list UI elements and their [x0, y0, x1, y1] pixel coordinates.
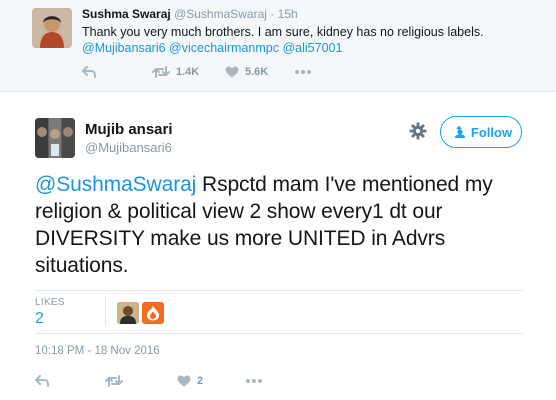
likes-count[interactable]: 2: [35, 310, 44, 328]
avatar[interactable]: [35, 118, 75, 158]
retweet-icon: [152, 66, 170, 78]
liker-avatar[interactable]: [142, 302, 164, 324]
mention-link[interactable]: @vicechairmanmpc: [169, 41, 279, 55]
follow-label: Follow: [470, 124, 513, 140]
reply-icon: [35, 375, 49, 387]
reply-button[interactable]: [35, 373, 49, 389]
divider: [105, 296, 106, 326]
reply-icon: [82, 66, 96, 78]
tweet-text: @SushmaSwaraj Rspctd mam I've mentioned …: [35, 171, 535, 279]
follow-button[interactable]: Follow: [440, 116, 522, 148]
retweet-icon: [105, 375, 123, 387]
gear-icon[interactable]: [409, 122, 427, 140]
retweet-count: 1.4K: [176, 66, 200, 78]
divider: [35, 290, 523, 291]
tweet-text: Thank you very much brothers. I am sure,…: [82, 25, 484, 39]
tweet-time[interactable]: 15h: [278, 7, 298, 21]
author-handle[interactable]: @Mujibansari6: [85, 140, 172, 155]
like-button[interactable]: 2: [177, 373, 203, 389]
author-name[interactable]: Mujib ansari: [85, 121, 173, 138]
mention-link[interactable]: @ali57001: [282, 41, 342, 55]
author-line: Sushma Swaraj @SushmaSwaraj · 15h: [82, 7, 298, 21]
more-icon: [295, 70, 311, 74]
reply-tweet: Sushma Swaraj @SushmaSwaraj · 15h Thank …: [0, 0, 556, 92]
separator: ·: [270, 7, 275, 21]
retweet-button[interactable]: [105, 373, 123, 389]
like-button[interactable]: 5.6K: [225, 64, 268, 80]
like-count: 5.6K: [245, 66, 269, 78]
mentions: @Mujibansari6 @vicechairmanmpc @ali57001: [82, 40, 342, 56]
divider: [35, 333, 523, 334]
like-count: 2: [197, 375, 204, 387]
reply-button[interactable]: [82, 64, 96, 80]
liker-avatar[interactable]: [117, 302, 139, 324]
more-button[interactable]: [294, 64, 312, 80]
more-button[interactable]: [245, 373, 263, 389]
retweet-button[interactable]: 1.4K: [152, 64, 199, 80]
likes-label: LIKES: [35, 297, 65, 308]
avatar[interactable]: [32, 8, 72, 48]
mention-link[interactable]: @Mujibansari6: [82, 41, 166, 55]
author-handle[interactable]: @SushmaSwaraj: [174, 7, 267, 21]
follow-user-icon: [454, 126, 465, 138]
heart-icon: [177, 375, 191, 387]
author-name[interactable]: Sushma Swaraj: [82, 7, 171, 21]
heart-icon: [225, 66, 239, 78]
more-icon: [246, 379, 262, 383]
timestamp[interactable]: 10:18 PM - 18 Nov 2016: [35, 345, 160, 357]
mention-link[interactable]: @SushmaSwaraj: [35, 173, 196, 196]
